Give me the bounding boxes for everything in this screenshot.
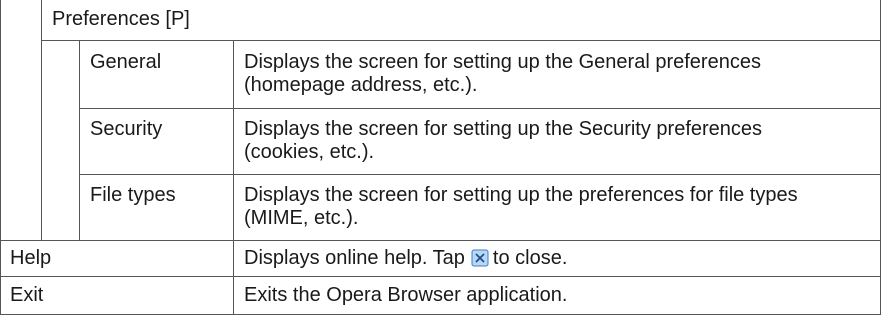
row-divider-filetypes: [0, 240, 881, 241]
row-divider-security: [79, 174, 881, 175]
column-divider-nested: [233, 40, 234, 240]
item-desc-general: Displays the screen for setting up the G…: [244, 51, 761, 96]
indent-line-1: [41, 0, 42, 240]
row-divider-help: [0, 276, 881, 277]
section-title: Preferences [P]: [52, 8, 190, 30]
row-divider-general: [79, 108, 881, 109]
close-icon: [471, 249, 489, 267]
help-desc-after: to close.: [492, 247, 568, 269]
menu-reference-table: Preferences [P] General Displays the scr…: [0, 0, 881, 315]
row-name-exit: Exit: [10, 284, 44, 306]
item-desc-security: Displays the screen for setting up the S…: [244, 118, 763, 163]
item-name-security: Security: [90, 118, 163, 140]
row-desc-help: Displays online help. Tap to close.: [244, 247, 567, 270]
column-divider-main: [233, 240, 234, 315]
header-divider: [41, 40, 881, 41]
help-desc-before: Displays online help. Tap: [244, 247, 465, 269]
item-name-general: General: [90, 51, 162, 73]
row-desc-exit: Exits the Opera Browser application.: [244, 284, 568, 306]
item-desc-filetypes: Displays the screen for setting up the p…: [244, 184, 798, 229]
item-name-filetypes: File types: [90, 184, 176, 206]
indent-line-2: [79, 40, 80, 240]
row-name-help: Help: [10, 247, 52, 269]
table-border-left: [0, 0, 1, 315]
